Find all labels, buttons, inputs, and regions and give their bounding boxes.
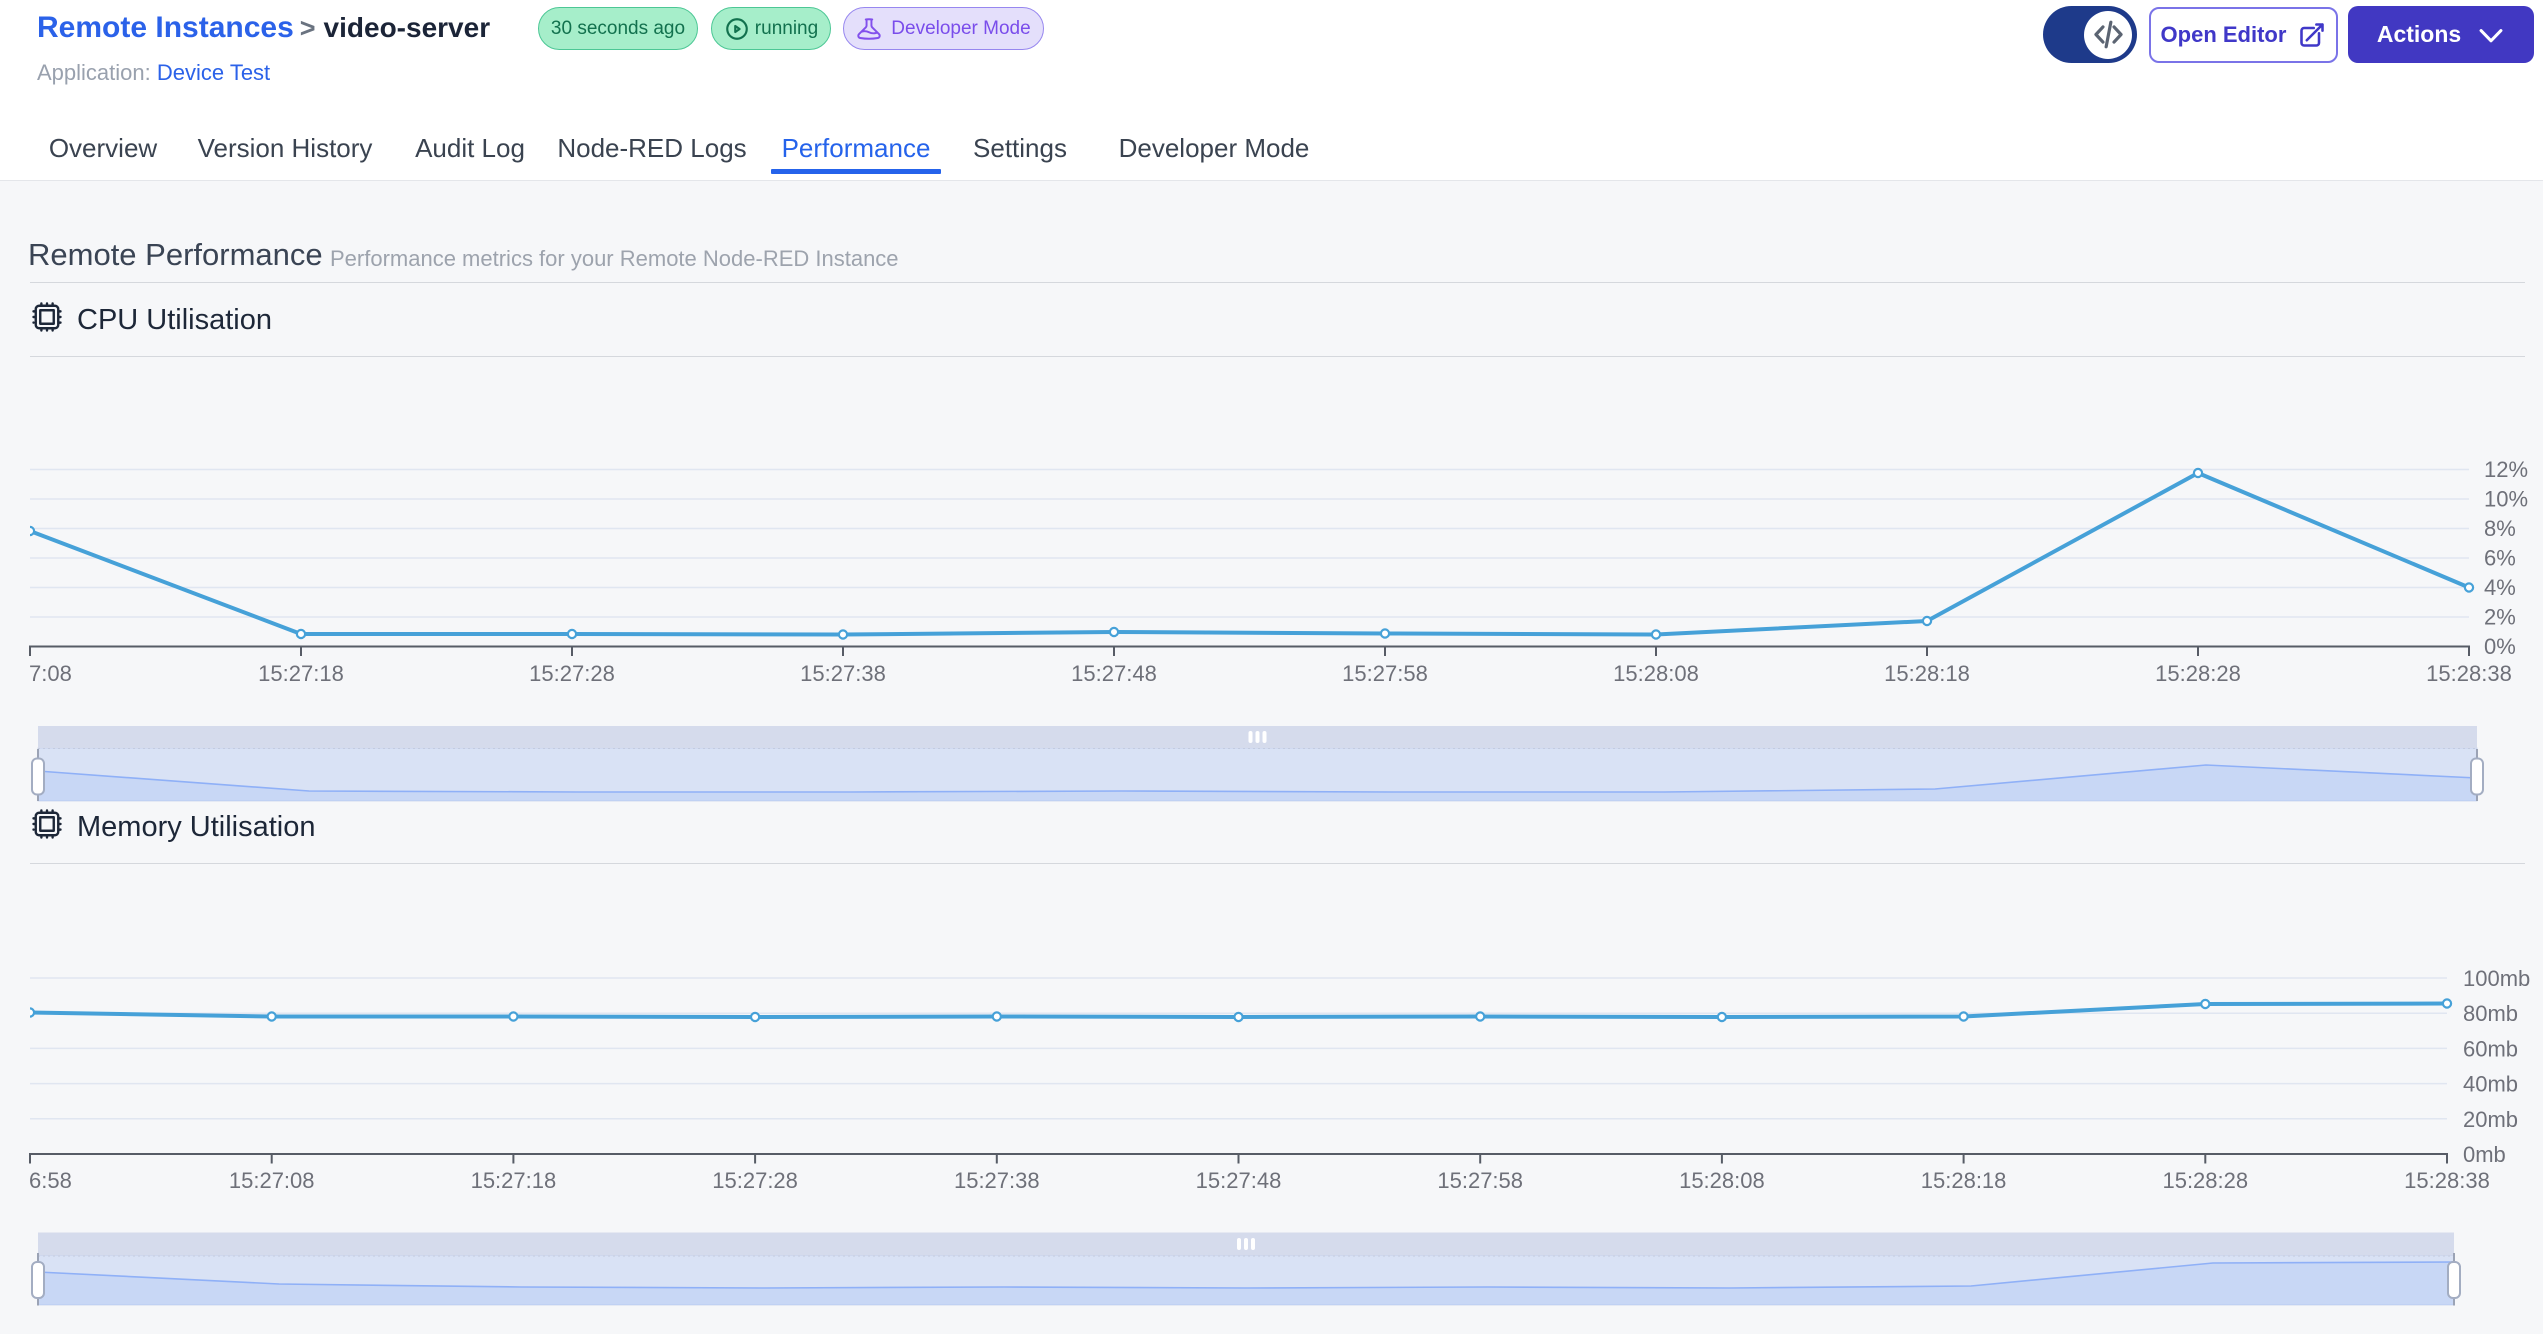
- svg-text:15:28:38: 15:28:38: [2426, 661, 2512, 686]
- svg-text:15:27:18: 15:27:18: [258, 661, 344, 686]
- svg-text:15:28:18: 15:28:18: [1921, 1168, 2007, 1193]
- svg-text:15:27:48: 15:27:48: [1071, 661, 1157, 686]
- svg-text:60mb: 60mb: [2463, 1036, 2518, 1061]
- svg-text:10%: 10%: [2484, 487, 2528, 512]
- svg-text:4%: 4%: [2484, 575, 2516, 600]
- svg-text:15:27:58: 15:27:58: [1437, 1168, 1523, 1193]
- svg-text:15:28:18: 15:28:18: [1884, 661, 1970, 686]
- svg-text:8%: 8%: [2484, 516, 2516, 541]
- svg-text:15:28:28: 15:28:28: [2162, 1168, 2248, 1193]
- svg-text:15:27:28: 15:27:28: [712, 1168, 798, 1193]
- svg-text:6:58: 6:58: [29, 1168, 72, 1193]
- svg-text:15:27:08: 15:27:08: [229, 1168, 315, 1193]
- svg-text:80mb: 80mb: [2463, 1001, 2518, 1026]
- svg-text:40mb: 40mb: [2463, 1072, 2518, 1097]
- svg-text:6%: 6%: [2484, 546, 2516, 571]
- svg-text:15:27:48: 15:27:48: [1196, 1168, 1282, 1193]
- svg-text:7:08: 7:08: [29, 661, 72, 686]
- svg-text:15:27:38: 15:27:38: [800, 661, 886, 686]
- svg-text:15:27:58: 15:27:58: [1342, 661, 1428, 686]
- svg-text:100mb: 100mb: [2463, 966, 2530, 991]
- svg-text:15:28:08: 15:28:08: [1679, 1168, 1765, 1193]
- svg-text:0mb: 0mb: [2463, 1142, 2506, 1167]
- svg-text:15:28:38: 15:28:38: [2404, 1168, 2490, 1193]
- svg-text:0%: 0%: [2484, 634, 2516, 659]
- svg-text:20mb: 20mb: [2463, 1107, 2518, 1132]
- svg-text:15:27:38: 15:27:38: [954, 1168, 1040, 1193]
- svg-text:12%: 12%: [2484, 457, 2528, 482]
- svg-text:15:28:28: 15:28:28: [2155, 661, 2241, 686]
- svg-text:15:27:28: 15:27:28: [529, 661, 615, 686]
- svg-text:2%: 2%: [2484, 605, 2516, 630]
- svg-text:15:28:08: 15:28:08: [1613, 661, 1699, 686]
- svg-text:15:27:18: 15:27:18: [471, 1168, 557, 1193]
